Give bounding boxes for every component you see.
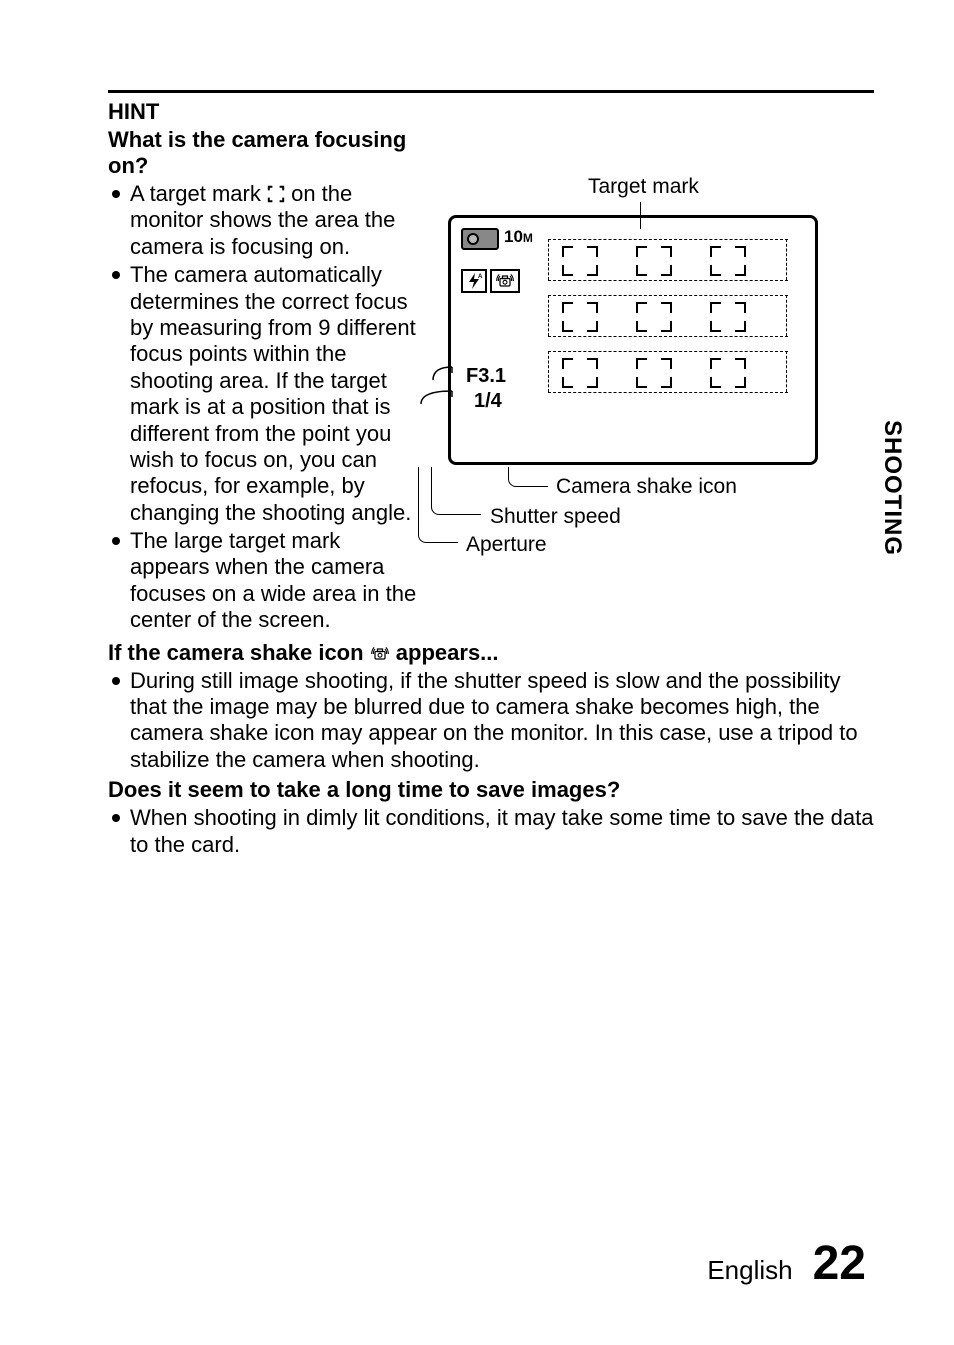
heading-focusing: What is the camera focusing on? <box>108 127 418 179</box>
focus-point <box>636 302 672 332</box>
focus-point <box>562 358 598 388</box>
callout-shutter: Shutter speed <box>490 505 621 529</box>
bullet-focusing-3: The large target mark appears when the c… <box>108 528 418 634</box>
footer-language: English <box>707 1255 792 1286</box>
side-tab-label: SHOOTING <box>878 420 906 556</box>
camera-mode-icon <box>461 228 499 250</box>
callout-shake: Camera shake icon <box>556 475 737 499</box>
hint-label: HINT <box>108 99 874 125</box>
focus-point <box>562 302 598 332</box>
resolution-label: 10M <box>504 227 533 247</box>
focus-point <box>562 246 598 276</box>
diagram-title: Target mark <box>588 175 699 199</box>
camera-shake-icon <box>370 646 390 662</box>
bullet-focusing-1: A target mark on the monitor shows the a… <box>108 181 418 260</box>
footer-page-number: 22 <box>813 1236 866 1291</box>
section-rule <box>108 90 874 93</box>
bullet-shake-1: During still image shooting, if the shut… <box>108 668 874 774</box>
callout-leader <box>508 467 548 487</box>
bullet-save-1: When shooting in dimly lit conditions, i… <box>108 805 874 858</box>
focus-point <box>710 246 746 276</box>
focus-point <box>710 302 746 332</box>
camera-shake-icon <box>490 269 520 293</box>
flash-icon: A <box>461 269 487 293</box>
target-mark-icon <box>267 185 285 203</box>
focus-point <box>710 358 746 388</box>
callout-leader <box>418 467 458 543</box>
svg-text:A: A <box>478 274 483 280</box>
shutter-leader <box>416 389 476 419</box>
bullet-focusing-2: The camera automatically determines the … <box>108 262 418 526</box>
focus-point <box>636 246 672 276</box>
text: A target mark <box>130 181 267 206</box>
heading-shake: If the camera shake icon appears... <box>108 640 874 666</box>
heading-save: Does it seem to take a long time to save… <box>108 777 874 803</box>
camera-screen: 10M A <box>448 215 818 465</box>
callout-aperture: Aperture <box>466 533 547 557</box>
focus-point <box>636 358 672 388</box>
